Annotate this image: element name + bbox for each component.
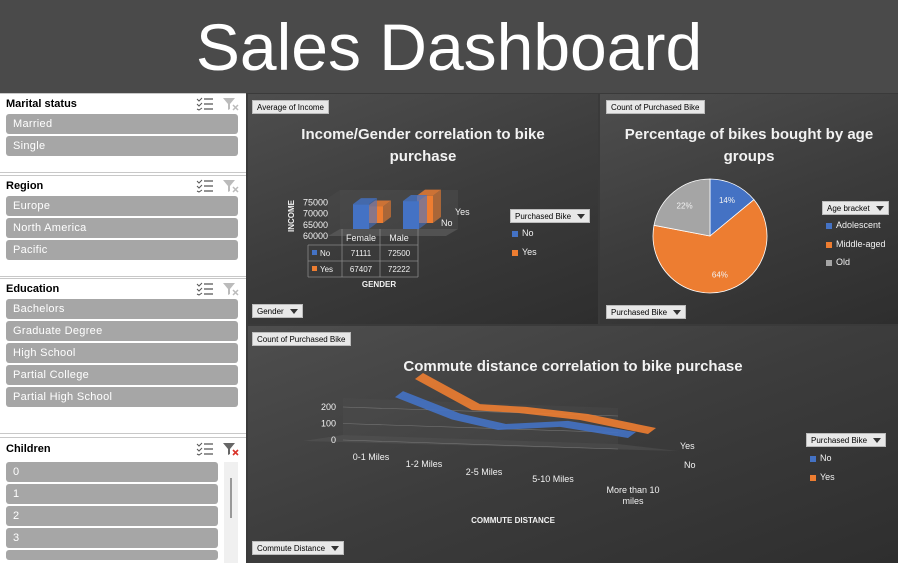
slicer-title: Education xyxy=(6,283,60,295)
commute-line-chart: 0 100 200 0-1 Miles 1-2 Miles 2-5 Miles 5-10 M… xyxy=(303,373,696,525)
clear-filter-icon[interactable] xyxy=(222,97,240,111)
income-gender-panel: Average of Income Income/Gender correlat… xyxy=(248,94,598,324)
legend-swatch xyxy=(826,241,832,248)
legend-swatch xyxy=(810,455,816,462)
pie-data-label: 64% xyxy=(712,271,728,280)
clear-filter-icon[interactable] xyxy=(222,179,240,193)
slicer-item-single[interactable]: Single xyxy=(6,136,238,156)
slicer-item-bachelors[interactable]: Bachelors xyxy=(6,299,238,319)
multi-select-icon[interactable] xyxy=(196,97,214,111)
legend-old: Old xyxy=(826,257,850,267)
x-tick-label: miles xyxy=(622,496,644,506)
bar-no-female xyxy=(353,204,369,229)
y-tick-label: 75000 xyxy=(303,197,328,207)
legend-field-dropdown[interactable]: Age bracket xyxy=(822,201,889,215)
axis-field-dropdown[interactable]: Commute Distance xyxy=(252,541,345,555)
multi-select-icon[interactable] xyxy=(196,442,214,456)
depth-label-no: No xyxy=(441,218,453,228)
legend-yes: Yes xyxy=(512,247,537,257)
table-value: 72222 xyxy=(388,265,411,274)
age-group-panel: Count of Purchased Bike Percentage of bi… xyxy=(600,94,898,324)
slicer-scrollbar[interactable] xyxy=(224,462,238,563)
multi-select-icon[interactable] xyxy=(196,282,214,296)
legend-field-dropdown[interactable]: Purchased Bike xyxy=(806,433,887,447)
x-tick-label: 5-10 Miles xyxy=(532,474,574,484)
slicer-item-3[interactable]: 3 xyxy=(6,528,218,548)
table-value: 71111 xyxy=(351,249,372,258)
clear-filter-icon[interactable] xyxy=(222,442,240,456)
depth-label-no: No xyxy=(684,460,696,470)
legend-swatch xyxy=(512,249,518,256)
x-tick-label: 2-5 Miles xyxy=(466,467,503,477)
slicer-title: Marital status xyxy=(6,98,77,110)
slicer-item-1[interactable]: 1 xyxy=(6,484,218,504)
pie-data-label: 22% xyxy=(677,201,693,210)
commute-panel: Count of Purchased Bike Commute distance… xyxy=(248,326,898,563)
x-tick-label: Female xyxy=(346,233,376,243)
legend-middle-aged: Middle-aged xyxy=(826,239,886,249)
y-tick-label: 60000 xyxy=(303,231,328,241)
y-tick-label: 200 xyxy=(321,402,336,412)
table-key-swatch xyxy=(312,266,317,271)
x-axis-label: COMMUTE DISTANCE xyxy=(471,516,556,525)
slicer-title: Region xyxy=(6,180,44,192)
legend-no: No xyxy=(512,228,534,238)
table-value: 72500 xyxy=(388,249,411,258)
legend-adolescent: Adolescent xyxy=(826,220,881,230)
table-key-swatch xyxy=(312,250,317,255)
scrollbar-thumb[interactable] xyxy=(230,478,232,518)
legend-swatch xyxy=(512,230,518,237)
x-tick-label: 0-1 Miles xyxy=(353,452,390,462)
slicer-column: Marital status Married Single Region Eur… xyxy=(0,93,246,563)
slicer-item-0[interactable]: 0 xyxy=(6,462,218,482)
y-axis-label: INCOME xyxy=(287,199,296,232)
legend-no: No xyxy=(810,453,832,463)
axis-field-dropdown[interactable]: Purchased Bike xyxy=(606,305,687,319)
pie-data-label: 14% xyxy=(719,196,735,205)
depth-label-yes: Yes xyxy=(455,207,470,217)
slicer-region: Region Europe North America Pacific xyxy=(0,175,246,277)
y-tick-label: 0 xyxy=(331,435,336,445)
legend-swatch xyxy=(826,222,832,229)
clear-filter-icon[interactable] xyxy=(222,282,240,296)
x-axis-label: GENDER xyxy=(362,280,396,289)
x-tick-label: Male xyxy=(389,233,409,243)
chart-side-wall xyxy=(328,190,340,236)
x-tick-label: More than 10 xyxy=(606,485,659,495)
dashboard-header: Sales Dashboard xyxy=(0,0,898,93)
slicer-item-partial[interactable] xyxy=(6,550,218,560)
slicer-item-partial-high-school[interactable]: Partial High School xyxy=(6,387,238,407)
legend-yes: Yes xyxy=(810,472,835,482)
table-row-label: Yes xyxy=(320,265,333,274)
slicer-item-partial-college[interactable]: Partial College xyxy=(6,365,238,385)
bar-no-male xyxy=(403,201,419,229)
slicer-item-married[interactable]: Married xyxy=(6,114,238,134)
table-value: 67407 xyxy=(350,265,373,274)
depth-label-yes: Yes xyxy=(680,441,695,451)
legend-field-dropdown[interactable]: Purchased Bike xyxy=(510,209,591,223)
y-tick-label: 70000 xyxy=(303,209,328,219)
legend-swatch xyxy=(810,474,816,481)
slicer-item-high-school[interactable]: High School xyxy=(6,343,238,363)
slicer-item-graduate-degree[interactable]: Graduate Degree xyxy=(6,321,238,341)
y-tick-label: 100 xyxy=(321,419,336,429)
slicer-item-europe[interactable]: Europe xyxy=(6,196,238,216)
slicer-item-north-america[interactable]: North America xyxy=(6,218,238,238)
slicer-marital-status: Marital status Married Single xyxy=(0,93,246,173)
axis-field-dropdown[interactable]: Gender xyxy=(252,304,303,318)
dashboard-title: Sales Dashboard xyxy=(195,9,703,84)
slicer-title: Children xyxy=(6,443,51,455)
x-tick-label: 1-2 Miles xyxy=(406,459,443,469)
legend-swatch xyxy=(826,259,832,266)
slicer-children: Children 0 1 2 3 xyxy=(0,437,246,563)
y-tick-label: 65000 xyxy=(303,220,328,230)
slicer-item-2[interactable]: 2 xyxy=(6,506,218,526)
slicer-education: Education Bachelors Graduate Degree High… xyxy=(0,278,246,434)
slicer-item-pacific[interactable]: Pacific xyxy=(6,240,238,260)
multi-select-icon[interactable] xyxy=(196,179,214,193)
table-row-label: No xyxy=(320,249,331,258)
